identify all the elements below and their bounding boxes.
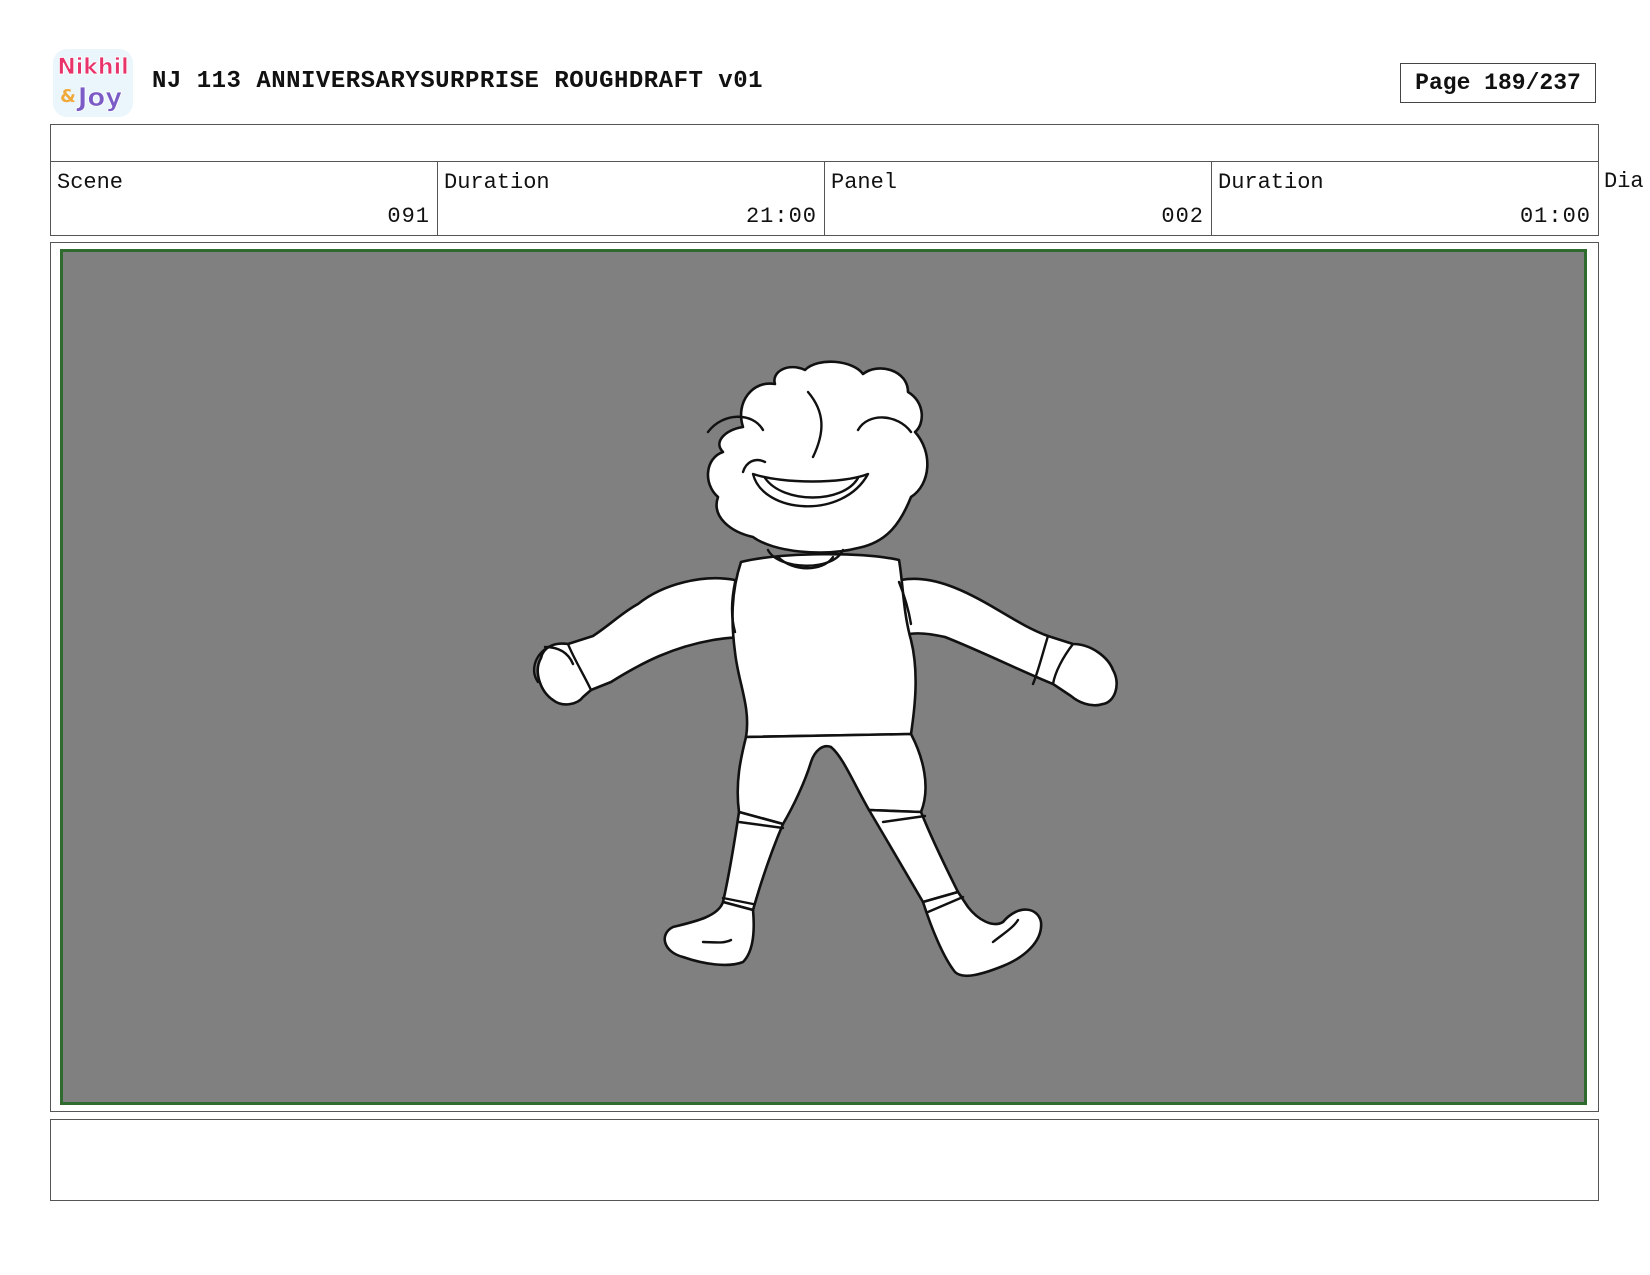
logo-text-bottom: Joy: [76, 83, 123, 113]
panel-duration-value: 01:00: [1519, 204, 1591, 229]
panel-value: 002: [1161, 204, 1204, 229]
panel-duration-cell: Duration 01:00: [1211, 161, 1599, 236]
scene-value: 091: [387, 204, 430, 229]
metadata-row: Scene 091 Duration 21:00 Panel 002 Durat…: [50, 161, 1650, 236]
logo-text-top: Nikhil: [57, 55, 128, 80]
scene-duration-value: 21:00: [745, 204, 817, 229]
scene-cell: Scene 091: [50, 161, 438, 236]
show-logo: Nikhil & Joy: [53, 49, 133, 117]
head: [706, 360, 929, 554]
document-title: NJ 113 ANNIVERSARYSURPRISE ROUGHDRAFT v0…: [152, 68, 763, 95]
scene-duration-label: Duration: [444, 170, 550, 195]
panel-label: Panel: [831, 170, 898, 195]
character-sketch: [532, 360, 1118, 978]
left-foot: [663, 900, 755, 967]
header-blank-row: [50, 124, 1599, 162]
torso: [731, 552, 917, 739]
panel-duration-label: Duration: [1218, 170, 1324, 195]
dialogue-box: [50, 1119, 1599, 1201]
dialogue-label: Dia: [1604, 169, 1644, 194]
dialogue-cell: Dia: [1598, 161, 1650, 236]
right-leg: [867, 808, 960, 904]
scene-duration-cell: Duration 21:00: [437, 161, 825, 236]
scene-label: Scene: [57, 170, 124, 195]
right-arm: [896, 577, 1118, 707]
page-number: Page 189/237: [1400, 63, 1596, 103]
logo-ampersand: &: [60, 86, 76, 107]
left-arm: [536, 576, 745, 706]
panel-cell: Panel 002: [824, 161, 1212, 236]
right-foot: [921, 890, 1043, 978]
panel-artwork: [60, 249, 1587, 1105]
